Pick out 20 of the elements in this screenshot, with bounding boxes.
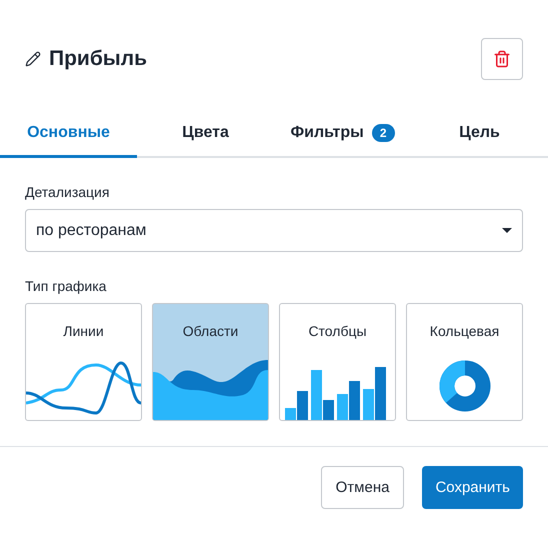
chart-type-option[interactable]: Области <box>152 303 269 421</box>
detail-select[interactable]: по ресторанам <box>25 209 523 252</box>
chart-type-option[interactable]: Линии <box>25 303 142 421</box>
tab[interactable]: Фильтры 2 <box>274 114 411 158</box>
caret-icon <box>502 228 512 233</box>
donut-chart-drawing <box>438 360 490 412</box>
cancel-button[interactable]: Отмена <box>320 466 404 509</box>
dialog-title: Прибыль <box>49 47 147 71</box>
trash-icon <box>493 50 511 68</box>
chart-type-option[interactable]: Столбцы <box>279 303 396 421</box>
save-button[interactable]: Сохранить <box>422 466 523 509</box>
field-label: Детализация <box>25 184 110 200</box>
delete-button[interactable] <box>481 38 523 80</box>
field-label: Тип графика <box>25 278 108 294</box>
count-badge: 2 <box>372 124 395 142</box>
tab[interactable]: Цвета <box>137 114 274 158</box>
tab[interactable]: Основные <box>0 114 137 158</box>
chart-type-option[interactable]: Кольцевая <box>406 303 523 421</box>
pencil-icon <box>25 51 41 67</box>
tab[interactable]: Цель <box>411 114 548 158</box>
